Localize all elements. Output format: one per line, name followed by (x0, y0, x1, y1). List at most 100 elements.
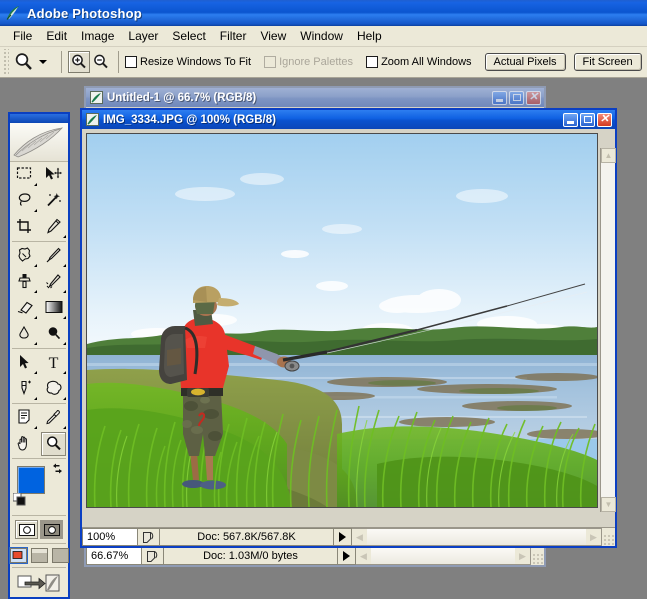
slice-tool[interactable] (39, 214, 68, 240)
standard-screen-mode-button[interactable] (8, 547, 28, 564)
magic-wand-tool[interactable] (39, 188, 68, 214)
document-title-bar[interactable]: Untitled-1 @ 66.7% (RGB/8) ✕ (86, 88, 544, 107)
checkbox-box (125, 56, 137, 68)
tool-menu-triangle (63, 371, 66, 374)
path-selection-tool[interactable] (10, 350, 39, 376)
hand-tool[interactable] (10, 431, 39, 457)
gradient-tool[interactable] (39, 295, 68, 321)
history-brush-tool[interactable] (39, 269, 68, 295)
menu-item-help[interactable]: Help (350, 27, 389, 45)
vertical-scrollbar[interactable]: ▲ ▼ (600, 148, 616, 512)
tool-preset-picker[interactable] (12, 50, 51, 74)
window-controls: ✕ (561, 112, 615, 127)
play-triangle-icon[interactable] (334, 528, 352, 546)
slice-icon (45, 218, 62, 237)
document-size-info-back: Doc: 1.03M/0 bytes (164, 547, 338, 565)
play-triangle-icon[interactable] (338, 547, 356, 565)
zoom-all-windows-label: Zoom All Windows (381, 56, 472, 68)
resize-grip-front[interactable] (602, 528, 615, 546)
custom-shape-tool[interactable] (39, 376, 68, 402)
eyedropper-tool[interactable] (39, 405, 68, 431)
status-bar-back: 66.67% Doc: 1.03M/0 bytes ◀ ▶ (86, 546, 544, 565)
chevron-left-icon[interactable]: ◀ (352, 529, 367, 545)
canvas-area-front[interactable]: ▲ ▼ (82, 129, 616, 546)
quick-mask-mode-button[interactable] (40, 520, 63, 539)
dodge-tool[interactable] (39, 321, 68, 347)
color-swatches (10, 460, 68, 514)
maximize-button[interactable] (580, 112, 595, 127)
pen-tool[interactable] (10, 376, 39, 402)
foreground-color-swatch[interactable] (17, 466, 45, 494)
menu-item-filter[interactable]: Filter (213, 27, 254, 45)
actual-pixels-button[interactable]: Actual Pixels (484, 53, 566, 71)
horizontal-scrollbar-front[interactable]: ◀ ▶ (352, 528, 602, 546)
full-screen-mode-button[interactable] (51, 548, 69, 563)
zoom-out-button[interactable] (90, 51, 112, 73)
status-bar-front: 100% Doc: 567.8K/567.8K ◀ ▶ (82, 527, 615, 546)
menu-item-file[interactable]: File (6, 27, 39, 45)
document-title-bar[interactable]: IMG_3334.JPG @ 100% (RGB/8) ✕ (82, 110, 615, 129)
default-colors-icon[interactable] (12, 492, 26, 509)
zoom-level-field-back[interactable]: 66.67% (86, 547, 142, 565)
menu-item-window[interactable]: Window (293, 27, 350, 45)
pen-icon (16, 380, 33, 399)
chevron-right-icon[interactable]: ▶ (586, 529, 601, 545)
eraser-tool[interactable] (10, 295, 39, 321)
healing-brush-tool[interactable] (10, 243, 39, 269)
close-button[interactable]: ✕ (597, 112, 612, 127)
tool-menu-triangle (34, 342, 37, 345)
zoom-in-button[interactable] (68, 51, 90, 73)
minimize-button[interactable] (492, 90, 507, 105)
menu-item-select[interactable]: Select (165, 27, 212, 45)
clone-stamp-tool[interactable] (10, 269, 39, 295)
chevron-down-icon[interactable]: ▼ (601, 497, 616, 512)
notes-tool[interactable] (10, 405, 39, 431)
scroll-track[interactable] (367, 529, 586, 545)
lasso-tool[interactable] (10, 188, 39, 214)
chevron-right-icon[interactable]: ▶ (515, 548, 530, 564)
toolbox-drag-bar[interactable] (10, 114, 68, 123)
tool-menu-triangle (63, 264, 66, 267)
photoshop-application-window: Adobe Photoshop File Edit Image Layer Se… (0, 0, 647, 599)
preview-icon[interactable] (142, 547, 164, 565)
options-bar-drag-grip[interactable] (2, 48, 9, 76)
menu-item-edit[interactable]: Edit (39, 27, 74, 45)
tool-menu-triangle (63, 316, 66, 319)
brush-tool[interactable] (39, 243, 68, 269)
zoom-all-windows-checkbox[interactable]: Zoom All Windows (366, 56, 472, 68)
fit-screen-button[interactable]: Fit Screen (573, 53, 642, 71)
resize-windows-to-fit-checkbox[interactable]: Resize Windows To Fit (125, 56, 251, 68)
menu-item-image[interactable]: Image (74, 27, 121, 45)
horizontal-scrollbar-back[interactable]: ◀ ▶ (356, 547, 531, 565)
tool-menu-triangle (34, 397, 37, 400)
zoom-tool[interactable] (39, 431, 68, 457)
chevron-left-icon[interactable]: ◀ (356, 548, 371, 564)
standard-mode-button[interactable] (15, 520, 38, 539)
maximize-button[interactable] (509, 90, 524, 105)
jump-to-imageready-button[interactable] (10, 569, 68, 597)
full-screen-with-menubar-button[interactable] (30, 548, 48, 563)
marquee-tool[interactable] (10, 162, 39, 188)
chevron-up-icon[interactable]: ▲ (601, 148, 616, 163)
menu-item-view[interactable]: View (253, 27, 293, 45)
zoom-level-field-front[interactable]: 100% (82, 528, 138, 546)
crop-tool[interactable] (10, 214, 39, 240)
preview-icon[interactable] (138, 528, 160, 546)
brush-icon (45, 247, 62, 266)
toolbox-divider (12, 567, 66, 568)
close-button[interactable]: ✕ (526, 90, 541, 105)
document-window-img-3334[interactable]: IMG_3334.JPG @ 100% (RGB/8) ✕ ▲ ▼ 100% D… (80, 108, 617, 548)
resize-grip-back[interactable] (531, 547, 544, 565)
minimize-button[interactable] (563, 112, 578, 127)
tool-menu-triangle (63, 235, 66, 238)
eyedropper-icon (45, 409, 62, 428)
menu-item-layer[interactable]: Layer (121, 27, 165, 45)
lasso-icon (16, 192, 33, 210)
scroll-track[interactable] (371, 548, 515, 564)
tool-grid: T (10, 162, 68, 460)
type-tool[interactable]: T (39, 350, 68, 376)
swap-colors-icon[interactable] (52, 463, 63, 477)
blur-tool[interactable] (10, 321, 39, 347)
photo-canvas[interactable] (86, 133, 598, 508)
move-tool[interactable] (39, 162, 68, 188)
